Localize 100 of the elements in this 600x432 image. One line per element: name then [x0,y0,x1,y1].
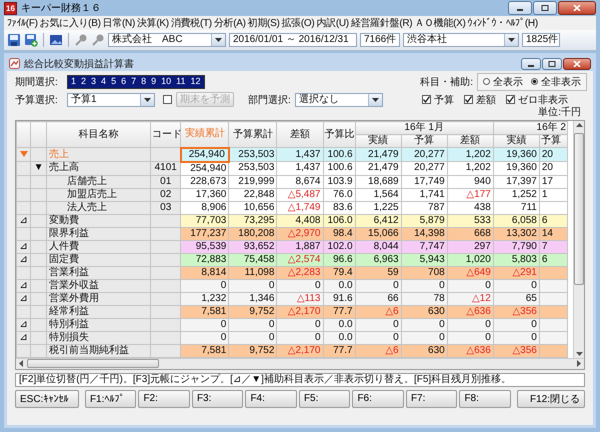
table-cell: 253,503 [228,162,277,175]
maximize-button[interactable] [533,1,557,15]
menu-item[interactable]: 消費税(T) [170,16,213,30]
function-key-button[interactable]: F5: [298,390,350,408]
account-name: 税引前当期純利益 [46,344,151,357]
month-option[interactable]: 2 [81,76,86,87]
month-option[interactable]: 4 [101,76,106,87]
disk-add-icon[interactable] [24,33,38,47]
table-cell: 72,883 [180,253,229,266]
function-key-button[interactable]: ESC:ｷｬﾝｾﾙ [15,390,79,408]
menu-item[interactable]: 経営羅針盤(R) [350,16,414,30]
function-key-button[interactable]: F3: [192,390,244,408]
account-name: 経常利益 [46,305,151,318]
table-cell: 180,208 [228,227,277,240]
table-cell: 708 [401,266,448,279]
table-cell: △6 [355,305,402,318]
table-cell: 940 [447,175,494,188]
table-cell: 0 [355,318,402,331]
month-option[interactable]: 3 [91,76,96,87]
horizontal-scrollbar[interactable] [16,358,584,368]
month-option[interactable]: 6 [121,76,126,87]
account-name: 人件費 [46,240,151,253]
function-key-button[interactable]: F2: [138,390,190,408]
function-key-button[interactable]: F4: [245,390,297,408]
check-icon [423,96,430,103]
checkbox[interactable] [464,95,474,104]
budget-dropdown[interactable]: 予算1 [67,92,155,106]
close-button[interactable] [558,1,596,15]
account-name: 固定費 [46,253,151,266]
month-option[interactable]: 9 [151,76,156,87]
vertical-scrollbar[interactable] [573,121,584,358]
checkbox[interactable] [163,95,172,104]
menu-item[interactable]: 内訳(U) [315,16,350,30]
table-cell: 0 [447,318,494,331]
table-cell: 5,943 [401,253,448,266]
table-cell: 21,479 [355,148,402,162]
table-cell: △2,283 [276,266,323,279]
menu-item[interactable]: 拡張(O) [280,16,316,30]
account-name: 営業外収益 [46,279,151,292]
function-key-button[interactable]: F8: [459,390,511,408]
company-dropdown[interactable]: 株式会社 ABC [108,33,226,47]
menu-item[interactable]: ﾌｧｲﾙ(F) [6,16,39,30]
close-button[interactable] [563,58,591,70]
month-option[interactable]: 5 [111,76,116,87]
field-label: 期間選択: [15,76,59,88]
pin-icon[interactable] [91,33,105,47]
month-option[interactable]: 7 [131,76,136,87]
picture-icon[interactable] [49,33,63,47]
column-header[interactable]: 予算累計 [228,122,277,148]
column-header[interactable]: 科目名称 [46,122,151,148]
table-cell: 11,098 [228,266,277,279]
table-cell: 7,581 [180,344,229,357]
table-cell: 8,674 [276,175,323,188]
column-header: 16年 1月 [355,122,494,134]
table-cell: 668 [447,227,494,240]
table-cell: △1,749 [276,201,323,214]
branch-dropdown[interactable]: 渋谷本社 [403,33,519,47]
department-dropdown[interactable]: 選択なし [294,92,383,106]
table-cell: 8,814 [180,266,229,279]
month-option[interactable]: 10 [161,76,172,87]
column-header: 予算 [401,134,448,148]
count-field: 7166件 [360,33,400,47]
month-option[interactable]: 8 [141,76,146,87]
month-option[interactable]: 11 [176,76,186,87]
maximize-button[interactable] [542,58,562,70]
table-cell: 20,277 [401,162,448,175]
menu-item[interactable]: ＡＯ機能(X) [413,16,467,30]
table-cell: △2,574 [276,253,323,266]
function-key-button[interactable]: F6: [352,390,404,408]
table-cell: 0 [493,279,540,292]
column-header[interactable]: 予算比 [323,122,356,148]
table-cell: 1,887 [276,240,323,253]
table-cell: 7,747 [401,240,448,253]
checkbox-label: 予算 [434,94,454,106]
table-cell: 0 [180,331,229,344]
pin-icon[interactable] [74,33,88,47]
column-header[interactable]: コード [150,122,181,148]
function-key-button[interactable]: F7: [406,390,458,408]
checkbox[interactable] [422,95,432,104]
month-option[interactable]: 1 [71,76,76,87]
table-cell: 75,458 [228,253,277,266]
menu-item[interactable]: ｳｨﾝﾄﾞｳ・ﾍﾙﾌﾟ(H) [466,16,539,30]
minimize-button[interactable] [508,1,532,15]
menu-item[interactable]: 分析(A) [212,16,247,30]
menu-item[interactable]: 日常(N) [102,16,136,30]
menu-item[interactable]: 初期(S) [246,16,280,30]
table-cell: 10,656 [228,201,277,214]
radio-button[interactable] [483,78,490,85]
function-key-button[interactable]: F1:ﾍﾙﾌﾟ [84,390,136,408]
table-cell: 5,879 [401,214,448,227]
function-key-button[interactable]: F12:閉じる [516,390,586,408]
radio-button[interactable] [531,78,538,85]
table-cell: 1,225 [355,201,402,214]
caret-icon [508,38,515,42]
month-option[interactable]: 12 [190,76,201,87]
menu-item[interactable]: お気に入り(B) [38,16,102,30]
column-header[interactable]: 差額 [276,122,323,148]
checkbox[interactable] [506,95,516,104]
minimize-button[interactable] [521,58,541,70]
menu-item[interactable]: 決算(K) [136,16,170,30]
